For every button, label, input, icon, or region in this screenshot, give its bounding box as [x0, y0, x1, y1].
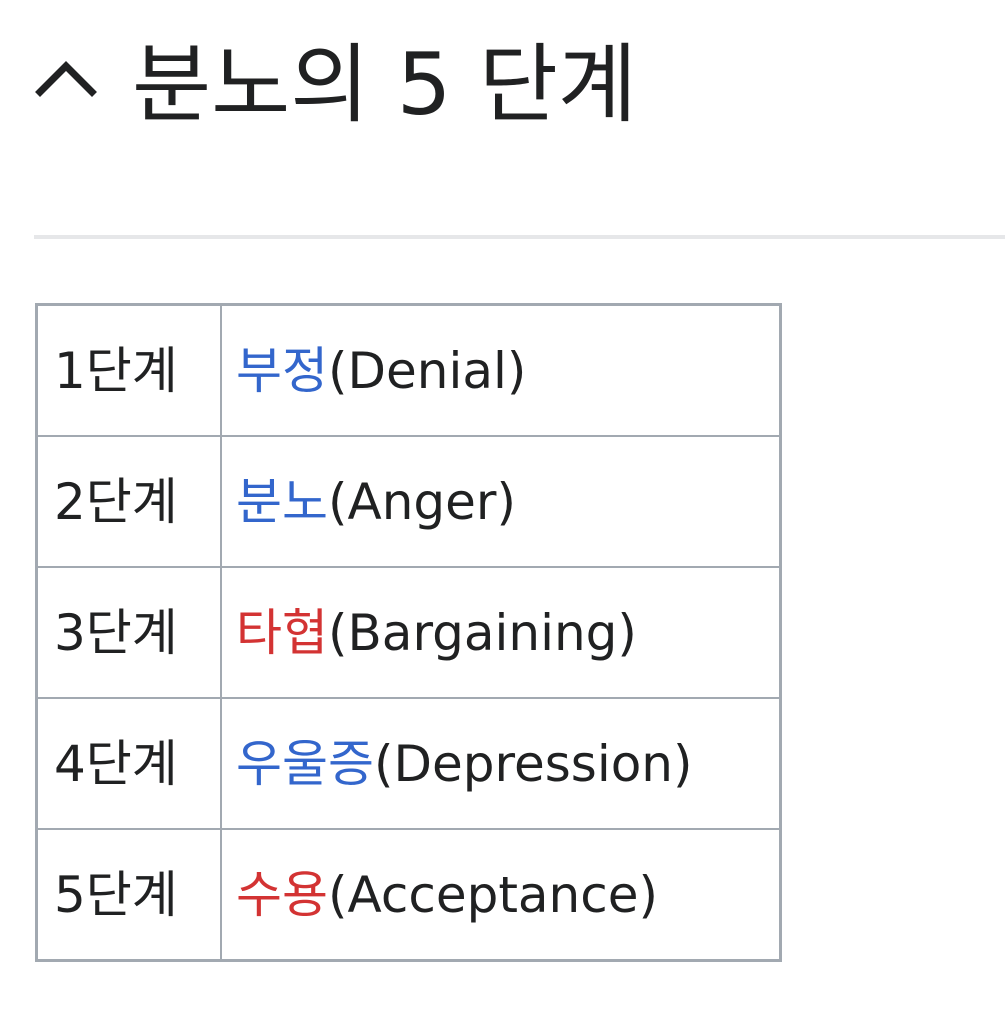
table-row: 1단계 부정(Denial): [35, 303, 782, 437]
table-row: 3단계 타협(Bargaining): [35, 566, 782, 699]
stage-english: (Acceptance): [328, 865, 659, 924]
stage-name-cell: 타협(Bargaining): [220, 566, 782, 699]
stage-number: 3단계: [35, 566, 222, 699]
stage-name-cell: 분노(Anger): [220, 435, 782, 568]
stage-link[interactable]: 수용: [236, 866, 328, 924]
stage-english: (Anger): [328, 472, 516, 531]
stage-number: 5단계: [35, 828, 222, 962]
stage-english: (Depression): [374, 734, 693, 793]
stage-name-cell: 부정(Denial): [220, 303, 782, 437]
table-row: 2단계 분노(Anger): [35, 435, 782, 568]
stage-name-cell: 수용(Acceptance): [220, 828, 782, 962]
stage-link[interactable]: 부정: [236, 342, 328, 400]
stage-link[interactable]: 타협: [236, 604, 328, 662]
stage-english: (Denial): [328, 341, 527, 400]
stages-table: 1단계 부정(Denial) 2단계 분노(Anger) 3단계 타협(Barg…: [35, 303, 782, 962]
chevron-up-icon[interactable]: [30, 50, 102, 122]
table-row: 4단계 우울증(Depression): [35, 697, 782, 830]
section-divider: [34, 235, 1005, 239]
stage-link[interactable]: 분노: [236, 473, 328, 531]
table-row: 5단계 수용(Acceptance): [35, 828, 782, 962]
stage-link[interactable]: 우울증: [236, 735, 374, 793]
section-header: 분노의 5 단계: [0, 0, 1005, 200]
section-title: 분노의 5 단계: [132, 35, 637, 135]
stage-number: 1단계: [35, 303, 222, 437]
stage-number: 4단계: [35, 697, 222, 830]
stage-english: (Bargaining): [328, 603, 637, 662]
stage-name-cell: 우울증(Depression): [220, 697, 782, 830]
stage-number: 2단계: [35, 435, 222, 568]
